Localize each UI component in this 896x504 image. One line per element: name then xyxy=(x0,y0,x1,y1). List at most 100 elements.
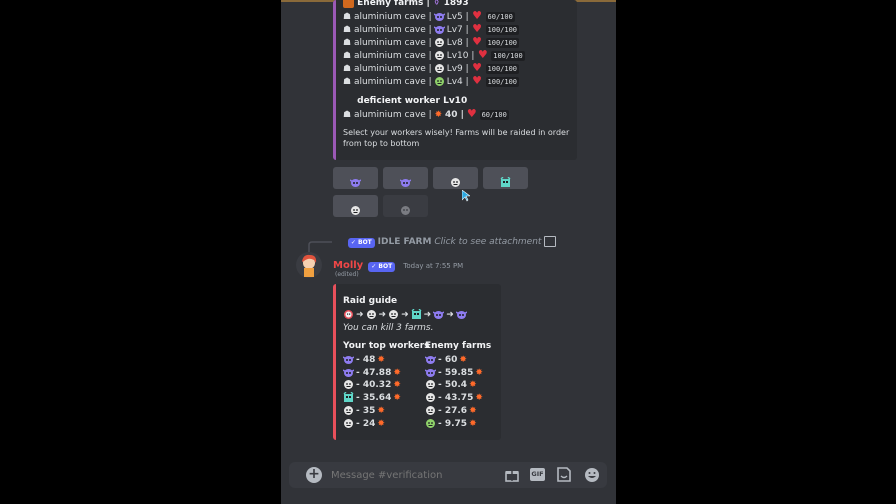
purple-goblin-icon xyxy=(432,309,445,320)
face-icon xyxy=(366,309,377,320)
reply-text[interactable]: Click to see attachment xyxy=(434,237,541,247)
face-icon xyxy=(434,63,445,74)
reply-author[interactable]: IDLE FARM xyxy=(378,237,432,247)
farm-name: aluminium cave | xyxy=(353,12,432,22)
note-line-2: from top to bottom xyxy=(343,139,420,148)
worker-hp: 60/100 xyxy=(479,110,509,120)
select-worker-button[interactable] xyxy=(383,195,428,217)
emoji-icon[interactable] xyxy=(584,467,600,483)
heart-icon: ♥ xyxy=(468,74,486,87)
purple-goblin-icon xyxy=(424,354,437,365)
heart-icon: ♥ xyxy=(474,48,492,61)
farm-name: aluminium cave | xyxy=(353,77,432,87)
explosion-icon: ✸ xyxy=(393,393,401,404)
enemy-heading-text: Enemy farms | xyxy=(357,0,430,8)
stat-row: - 24 ✸ xyxy=(343,418,385,430)
arrow-right-icon: ➜ xyxy=(446,310,454,320)
enemy-farms-embed: Enemy farms | ⚱ 1893 ☗ aluminium cave | L… xyxy=(333,0,577,160)
face-icon xyxy=(425,379,436,390)
explosion-icon: ✸ xyxy=(475,367,483,378)
timestamp[interactable]: Today at 7:55 PM xyxy=(403,262,463,270)
stat-value: - 47.88 xyxy=(356,367,392,378)
heart-icon: ♥ xyxy=(468,22,486,35)
stat-value: - 35.64 xyxy=(356,393,392,404)
coin-icon: ⚱ xyxy=(432,0,441,8)
explosion-icon: ✸ xyxy=(377,355,385,365)
stat-value: - 9.75 xyxy=(438,418,468,429)
purple-goblin-icon xyxy=(424,367,437,378)
sticker-icon[interactable] xyxy=(557,467,571,482)
farm-hp: 100/100 xyxy=(485,38,520,48)
avatar[interactable] xyxy=(296,252,322,278)
ghost-icon: ☗ xyxy=(343,64,354,74)
username[interactable]: Molly xyxy=(333,260,363,271)
enemies-column-title: Enemy farms xyxy=(425,341,492,351)
stat-row: - 59.85 ✸ xyxy=(424,367,483,379)
message-input[interactable] xyxy=(331,467,481,483)
select-worker-button[interactable] xyxy=(333,195,378,217)
workers-column-title: Your top workers xyxy=(343,341,430,351)
select-worker-button[interactable] xyxy=(333,167,378,189)
stat-value: - 50.4 xyxy=(438,380,468,391)
image-icon xyxy=(544,236,557,247)
discord-chat-view: Enemy farms | ⚱ 1893 ☗ aluminium cave | L… xyxy=(281,0,616,504)
explosion-icon: ✸ xyxy=(393,380,401,391)
heart-icon: ♥ xyxy=(468,61,486,74)
ghost-icon: ☗ xyxy=(343,38,354,48)
raid-guide-embed: Raid guide ➜ ➜ ➜ ➜ ➜ You can kill 3 farms. Y… xyxy=(333,284,501,440)
farm-name: aluminium cave | xyxy=(353,25,432,35)
enemy-farm-row: ☗ aluminium cave | Lv7 | ♥ 100/100 xyxy=(343,22,520,36)
farm-level: Lv4 | xyxy=(446,77,469,87)
stat-row: - 48 ✸ xyxy=(342,354,385,366)
farm-level: Lv10 | xyxy=(446,51,475,61)
stat-row: - 35 ✸ xyxy=(343,405,385,417)
explosion-icon: ✸ xyxy=(475,393,483,404)
purple-goblin-icon xyxy=(349,173,362,187)
arrow-right-icon: ➜ xyxy=(423,310,432,320)
purple-goblin-icon xyxy=(399,173,412,187)
enemy-farm-row: ☗ aluminium cave | Lv4 | ♥ 100/100 xyxy=(343,74,520,88)
ghost-icon: ☗ xyxy=(343,25,354,35)
farm-level: Lv8 | xyxy=(446,38,469,48)
ghost-icon: ☗ xyxy=(343,12,354,22)
explosion-icon: ✸ xyxy=(469,418,477,429)
edited-label: (edited) xyxy=(335,271,359,278)
face-icon xyxy=(450,173,461,187)
stat-value: - 24 xyxy=(356,418,376,429)
stat-value: - 27.6 xyxy=(438,405,468,416)
face-icon xyxy=(425,392,436,403)
explosion-icon: ✸ xyxy=(393,367,401,378)
kill-count-text: You can kill 3 farms. xyxy=(343,323,434,333)
select-worker-button[interactable] xyxy=(483,167,528,189)
enemy-farm-row: ☗ aluminium cave | Lv9 | ♥ 100/100 xyxy=(343,61,520,75)
heart-icon: ♥ xyxy=(468,35,486,48)
reply-bot-badge: ✓ BOT xyxy=(347,238,375,248)
gif-button[interactable]: GIF xyxy=(530,468,545,481)
face-icon xyxy=(343,418,354,429)
gift-icon[interactable] xyxy=(505,468,519,482)
raid-order: ➜ ➜ ➜ ➜ ➜ xyxy=(343,308,468,321)
green-face-icon xyxy=(434,76,445,87)
stat-value: - 40.32 xyxy=(356,380,392,391)
stat-value: - 48 xyxy=(356,355,376,365)
enemy-farms-heading: Enemy farms | ⚱ 1893 xyxy=(343,0,469,9)
select-worker-button[interactable] xyxy=(433,167,478,189)
stat-row: - 47.88 ✸ xyxy=(342,367,401,379)
select-worker-button[interactable] xyxy=(383,167,428,189)
explosion-icon: ✸ xyxy=(377,405,385,416)
farm-name: aluminium cave | xyxy=(353,38,432,48)
farm-hp: 100/100 xyxy=(485,64,520,74)
worker-power: 40 | xyxy=(445,110,464,120)
farm-icon xyxy=(343,0,354,8)
cyan-robot-icon xyxy=(411,308,422,320)
face-icon xyxy=(343,379,354,390)
embed-accent-bar xyxy=(333,284,336,440)
reply-preview[interactable]: ✓ BOT IDLE FARM Click to see attachment xyxy=(334,236,557,248)
stat-row: - 50.4 ✸ xyxy=(425,379,477,391)
message-header: Molly ✓ BOT Today at 7:55 PM xyxy=(333,253,463,272)
farm-hp: 60/100 xyxy=(485,12,515,22)
worker-title: deficient worker Lv10 xyxy=(343,95,467,107)
add-attachment-icon[interactable]: + xyxy=(306,467,322,483)
arrow-right-icon: ➜ xyxy=(401,310,409,320)
stat-row: - 40.32 ✸ xyxy=(343,379,401,391)
